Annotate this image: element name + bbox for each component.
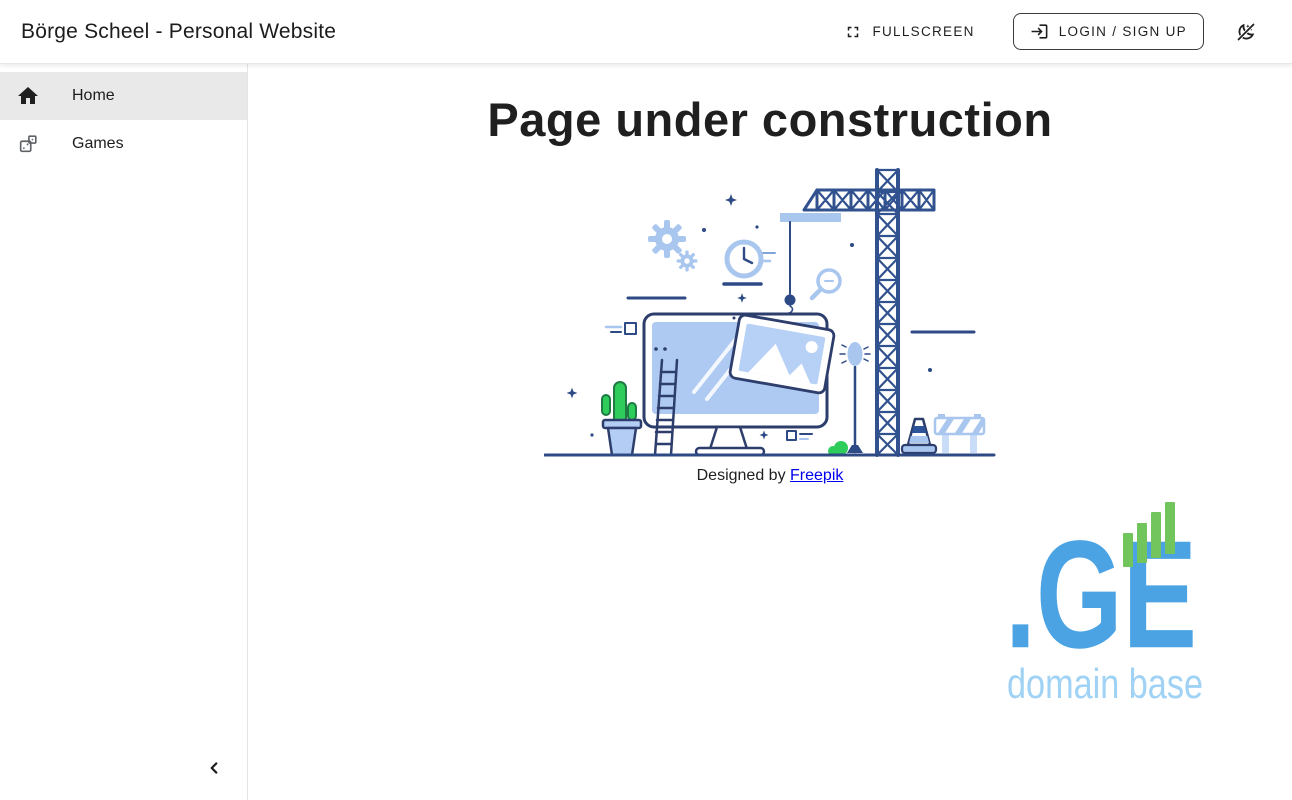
login-signup-button[interactable]: LOGIN / SIGN UP: [1013, 13, 1204, 50]
page-title: Börge Scheel - Personal Website: [21, 20, 336, 44]
fullscreen-button[interactable]: FULLSCREEN: [834, 15, 984, 49]
app-window: Börge Scheel - Personal Website FULLSCRE…: [0, 0, 1292, 800]
fullscreen-label: FULLSCREEN: [872, 24, 974, 39]
sidebar-item-games[interactable]: Games: [0, 120, 247, 168]
logo-domain-base-text: domain base: [1007, 660, 1203, 707]
sidebar-item-home[interactable]: Home: [0, 72, 247, 120]
dark-mode-toggle-icon: [1234, 20, 1258, 44]
header-actions: FULLSCREEN LOGIN / SIGN UP: [834, 12, 1266, 52]
theme-toggle-button[interactable]: [1226, 12, 1266, 52]
illustration-container: [248, 167, 1292, 459]
freepik-link[interactable]: Freepik: [790, 467, 843, 484]
body-row: Home Games: [0, 64, 1292, 800]
fullscreen-expand-icon: [844, 23, 862, 41]
games-dice-icon: [16, 132, 40, 156]
design-credit: Designed by Freepik: [248, 467, 1292, 485]
under-construction-illustration: [544, 167, 996, 459]
ge-domain-base-logo: .GE domain base: [1005, 501, 1205, 707]
chevron-left-icon: [203, 757, 225, 779]
sidebar: Home Games: [0, 64, 248, 800]
main-content: Page under construction: [248, 64, 1292, 800]
sidebar-item-label: Games: [72, 135, 124, 153]
login-arrow-icon: [1030, 22, 1049, 41]
sidebar-item-label: Home: [72, 87, 115, 105]
credit-text: Designed by: [697, 467, 790, 484]
sidebar-collapse-button[interactable]: [200, 754, 228, 782]
login-signup-label: LOGIN / SIGN UP: [1059, 24, 1187, 39]
page-heading: Page under construction: [248, 92, 1292, 147]
app-header: Börge Scheel - Personal Website FULLSCRE…: [0, 0, 1292, 64]
home-icon: [16, 84, 40, 108]
